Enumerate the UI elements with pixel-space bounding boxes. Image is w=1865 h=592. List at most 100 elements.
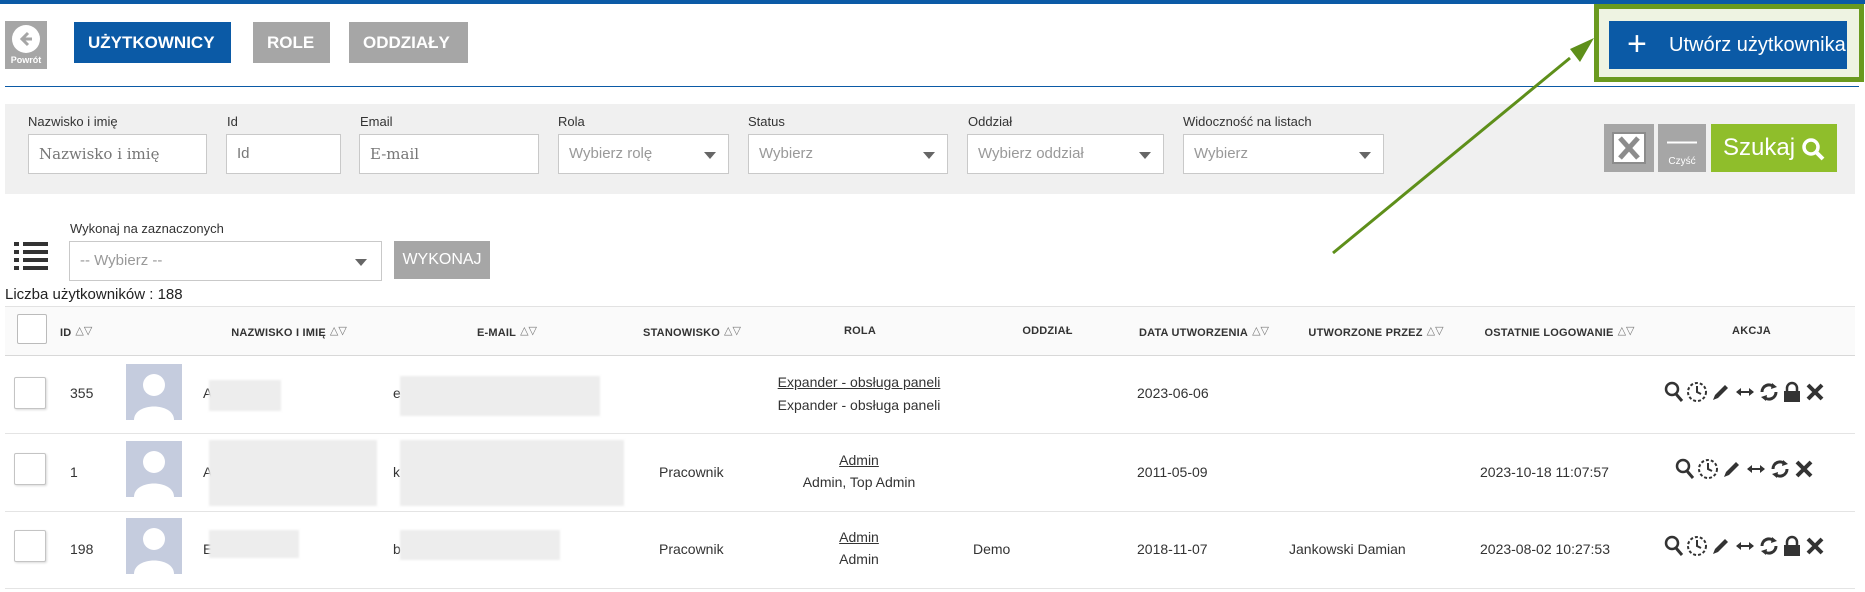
row-role-link[interactable]: Admin [756, 529, 962, 545]
column-name[interactable]: NAZWISKO I IMIĘ △▽ [194, 306, 384, 356]
avatar [126, 518, 182, 574]
clear-button[interactable]: — Czyść [1658, 124, 1706, 172]
row-branch: Demo [973, 541, 1011, 557]
search-icon[interactable] [1675, 458, 1695, 480]
filter-role-select[interactable]: Wybierz rolę [558, 134, 729, 174]
refresh-icon[interactable] [1758, 381, 1780, 403]
users-page: Powrót UŻYTKOWNICY ROLE ODDZIAŁY + Utwór… [0, 0, 1865, 592]
chevron-down-icon [355, 259, 367, 266]
back-arrow-icon [12, 25, 40, 53]
row-checkbox[interactable] [14, 530, 46, 562]
filter-id-input[interactable]: Id [226, 134, 341, 174]
filter-branch-select[interactable]: Wybierz oddział [967, 134, 1164, 174]
sort-icon[interactable]: △▽ [520, 306, 537, 356]
redacted-email [400, 376, 600, 416]
column-email[interactable]: E-MAIL △▽ [385, 306, 629, 356]
row-created-by: Jankowski Damian [1289, 541, 1406, 557]
search-label: Szukaj [1723, 134, 1796, 161]
swap-icon[interactable] [1734, 381, 1756, 403]
column-action: AKCJA [1732, 325, 1771, 337]
delete-icon[interactable] [1804, 381, 1826, 403]
back-button[interactable]: Powrót [5, 21, 47, 69]
column-branch: ODDZIAŁ [1022, 325, 1073, 337]
sort-icon[interactable]: △▽ [75, 306, 92, 356]
column-position[interactable]: STANOWISKO △▽ [630, 306, 754, 356]
tab-users[interactable]: UŻYTKOWNICY [74, 22, 231, 63]
row-checkbox[interactable] [14, 377, 46, 409]
create-user-button[interactable]: + Utwórz użytkownika [1609, 21, 1847, 69]
filter-status-label: Status [748, 114, 785, 129]
row-id: 1 [70, 464, 78, 480]
filter-visibility-value: Wybierz [1194, 145, 1249, 162]
history-icon[interactable] [1686, 381, 1708, 403]
row-created: 2011-05-09 [1137, 464, 1208, 480]
swap-icon[interactable] [1734, 535, 1756, 557]
history-icon[interactable] [1686, 535, 1708, 557]
row-role-list: Admin [839, 551, 879, 567]
list-icon[interactable] [14, 240, 48, 270]
sort-icon[interactable]: △▽ [1252, 306, 1269, 356]
column-id[interactable]: ID △▽ [60, 306, 120, 356]
excel-export-button[interactable] [1604, 124, 1654, 172]
column-name-label: NAZWISKO I IMIĘ [231, 327, 326, 339]
sort-icon[interactable]: △▽ [330, 306, 347, 356]
edit-icon[interactable] [1710, 381, 1732, 403]
row-actions [1664, 535, 1826, 557]
swap-icon[interactable] [1745, 458, 1767, 480]
search-icon[interactable] [1664, 381, 1684, 403]
tab-roles[interactable]: ROLE [253, 22, 330, 63]
row-position: Pracownik [659, 541, 724, 557]
chevron-down-icon [1359, 152, 1371, 159]
filter-email-label: Email [360, 114, 393, 129]
filter-status-value: Wybierz [759, 145, 814, 162]
filter-status-select[interactable]: Wybierz [748, 134, 948, 174]
column-last-login[interactable]: OSTATNIE LOGOWANIE △▽ [1472, 306, 1647, 356]
refresh-icon[interactable] [1769, 458, 1791, 480]
filter-name-label: Nazwisko i imię [28, 114, 118, 129]
column-created-by-label: UTWORZONE PRZEZ [1308, 327, 1423, 339]
user-count: Liczba użytkowników : 188 [5, 286, 183, 303]
search-icon [1802, 138, 1825, 161]
filter-branch-label: Oddział [968, 114, 1013, 129]
search-button[interactable]: Szukaj [1711, 124, 1837, 172]
filter-role-value: Wybierz rolę [569, 145, 653, 162]
row-checkbox[interactable] [14, 453, 46, 485]
filter-name-input[interactable]: Nazwisko i imię [28, 134, 207, 174]
clear-label: Czyść [1668, 156, 1696, 167]
column-created[interactable]: DATA UTWORZENIA △▽ [1128, 306, 1280, 356]
edit-icon[interactable] [1721, 458, 1743, 480]
excel-icon [1612, 132, 1646, 164]
column-created-by[interactable]: UTWORZONE PRZEZ △▽ [1282, 306, 1470, 356]
chevron-down-icon [923, 152, 935, 159]
redacted-name [209, 380, 281, 411]
sort-icon[interactable]: △▽ [1427, 306, 1444, 356]
delete-icon[interactable] [1804, 535, 1826, 557]
sort-icon[interactable]: △▽ [1618, 306, 1635, 356]
redacted-email [400, 440, 624, 506]
filter-visibility-select[interactable]: Wybierz [1183, 134, 1384, 174]
delete-icon[interactable] [1793, 458, 1815, 480]
edit-icon[interactable] [1710, 535, 1732, 557]
select-all-checkbox[interactable] [17, 314, 47, 344]
avatar [126, 441, 182, 497]
search-icon[interactable] [1664, 535, 1684, 557]
column-id-label: ID [60, 327, 72, 339]
lock-icon[interactable] [1782, 535, 1802, 557]
bulk-action-select[interactable]: -- Wybierz -- [69, 241, 382, 281]
row-created: 2018-11-07 [1137, 541, 1208, 557]
filter-branch-value: Wybierz oddział [978, 145, 1084, 162]
row-role-link[interactable]: Admin [756, 452, 962, 468]
filter-email-input[interactable]: E-mail [359, 134, 539, 174]
history-icon[interactable] [1697, 458, 1719, 480]
sort-icon[interactable]: △▽ [724, 306, 741, 356]
refresh-icon[interactable] [1758, 535, 1780, 557]
lock-icon[interactable] [1782, 381, 1802, 403]
plus-icon: + [1627, 25, 1647, 63]
row-role-link[interactable]: Expander - obsługa paneli [756, 374, 962, 390]
redacted-name [209, 440, 377, 506]
row-id: 355 [70, 385, 94, 401]
back-label: Powrót [10, 55, 42, 65]
table-row [5, 357, 1855, 434]
execute-button[interactable]: WYKONAJ [394, 241, 490, 279]
tab-branches[interactable]: ODDZIAŁY [349, 22, 468, 63]
